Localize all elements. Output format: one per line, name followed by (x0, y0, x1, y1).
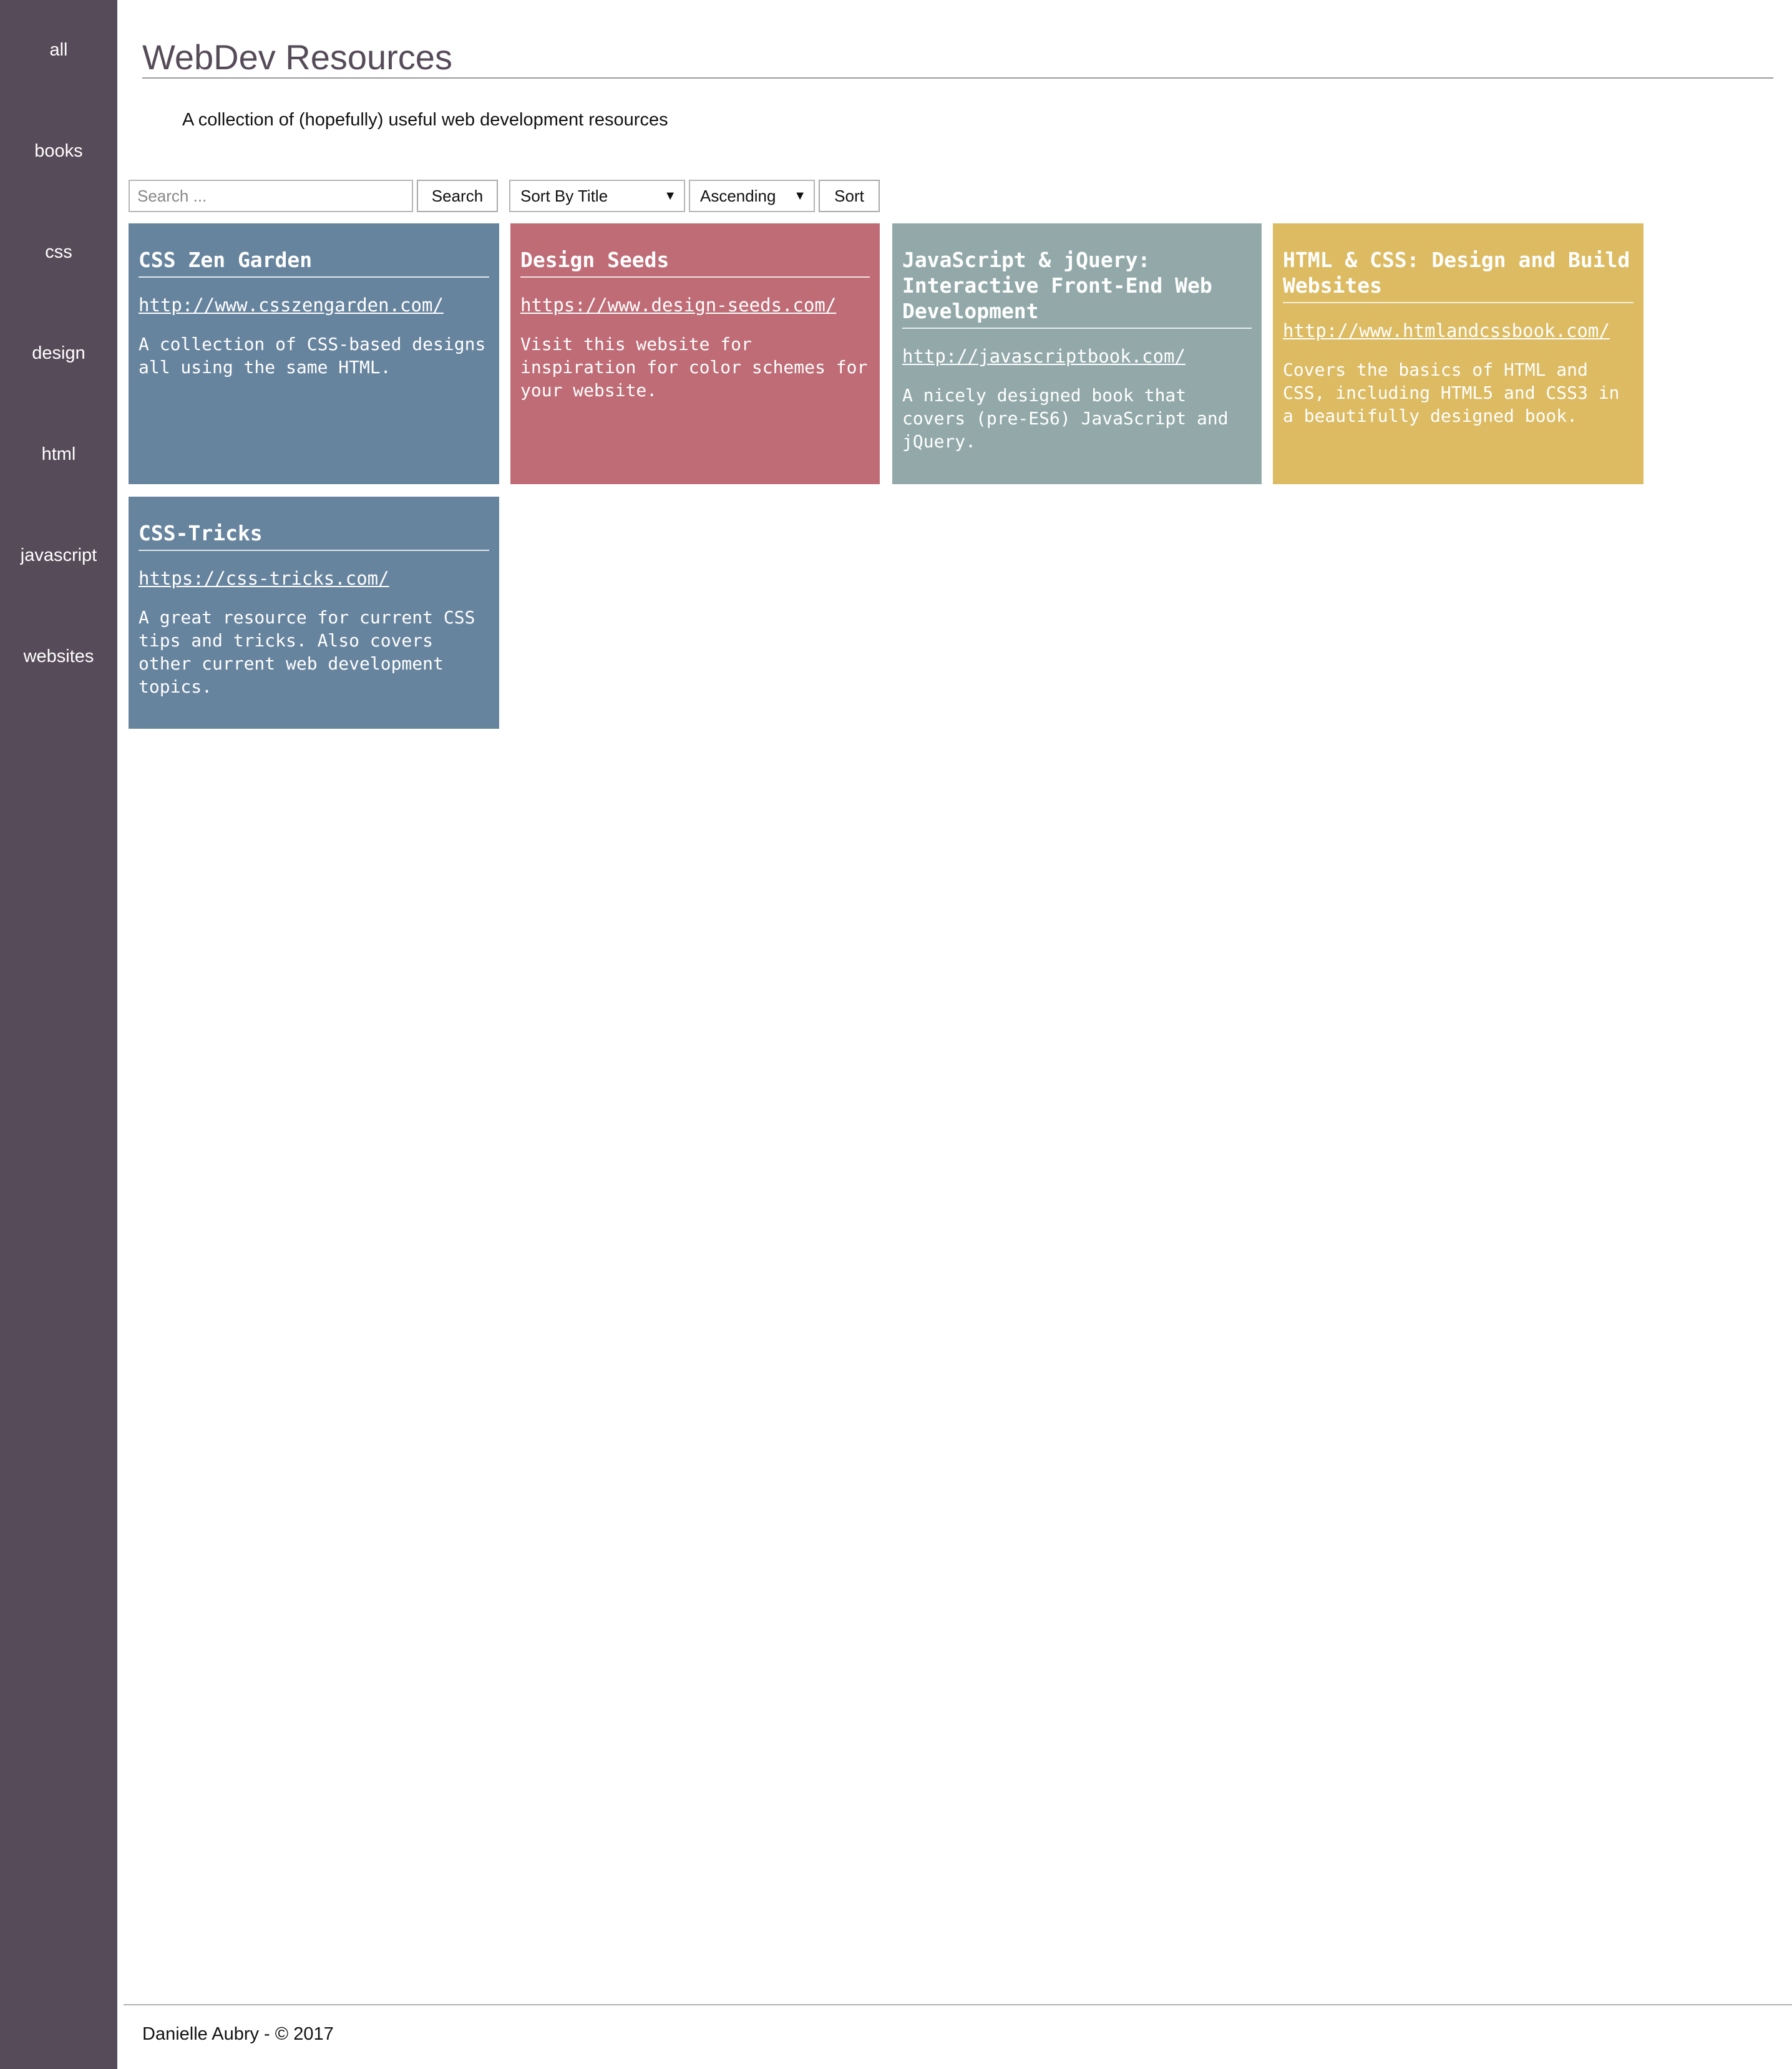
footer-text: Danielle Aubry - © 2017 (142, 2024, 334, 2044)
sort-order-select[interactable]: Ascending ▼ (689, 180, 815, 212)
search-input[interactable]: Search ... (129, 180, 413, 212)
resource-card: CSS Zen Garden http://www.csszengarden.c… (129, 223, 499, 484)
sort-order-value: Ascending (700, 187, 776, 205)
card-link[interactable]: http://www.csszengarden.com/ (139, 294, 489, 316)
title-divider (142, 77, 1773, 79)
sidebar-item-books[interactable]: books (0, 140, 117, 162)
sort-button[interactable]: Sort (819, 180, 880, 212)
card-description: A great resource for current CSS tips an… (139, 607, 475, 697)
sidebar-item-websites[interactable]: websites (0, 645, 117, 668)
sidebar-item-css[interactable]: css (0, 241, 117, 263)
card-title: CSS-Tricks (139, 520, 489, 551)
sidebar-item-javascript[interactable]: javascript (0, 544, 117, 567)
card-link[interactable]: https://css-tricks.com/ (139, 567, 489, 590)
page-title: WebDev Resources (142, 37, 452, 77)
sidebar-item-all[interactable]: all (0, 39, 117, 61)
card-title: Design Seeds (520, 247, 870, 278)
resource-card: CSS-Tricks https://css-tricks.com/ A gre… (129, 497, 499, 729)
card-description: A collection of CSS-based designs all us… (139, 334, 486, 377)
card-title: HTML & CSS: Design and Build Websites (1283, 247, 1634, 303)
chevron-down-icon: ▼ (664, 189, 676, 203)
sidebar-item-html[interactable]: html (0, 443, 117, 465)
card-link[interactable]: http://javascriptbook.com/ (902, 345, 1252, 368)
card-description: A nicely designed book that covers (pre-… (902, 385, 1229, 452)
card-title: CSS Zen Garden (139, 247, 489, 278)
chevron-down-icon: ▼ (794, 189, 806, 203)
card-link[interactable]: https://www.design-seeds.com/ (520, 294, 870, 316)
resource-card: HTML & CSS: Design and Build Websites ht… (1273, 223, 1643, 484)
footer-divider (124, 2004, 1792, 2005)
card-description: Visit this website for inspiration for c… (520, 334, 868, 401)
sort-field-select[interactable]: Sort By Title ▼ (509, 180, 685, 212)
sort-field-value: Sort By Title (520, 187, 608, 205)
resource-card: JavaScript & jQuery: Interactive Front-E… (892, 223, 1262, 484)
page-subtitle: A collection of (hopefully) useful web d… (182, 110, 668, 130)
sidebar-item-design[interactable]: design (0, 342, 117, 364)
card-link[interactable]: http://www.htmlandcssbook.com/ (1283, 319, 1634, 342)
card-description: Covers the basics of HTML and CSS, inclu… (1283, 359, 1620, 426)
resource-card: Design Seeds https://www.design-seeds.co… (510, 223, 880, 484)
card-title: JavaScript & jQuery: Interactive Front-E… (902, 247, 1252, 329)
sidebar: all books css design html javascript web… (0, 0, 117, 2069)
search-button[interactable]: Search (417, 180, 498, 212)
